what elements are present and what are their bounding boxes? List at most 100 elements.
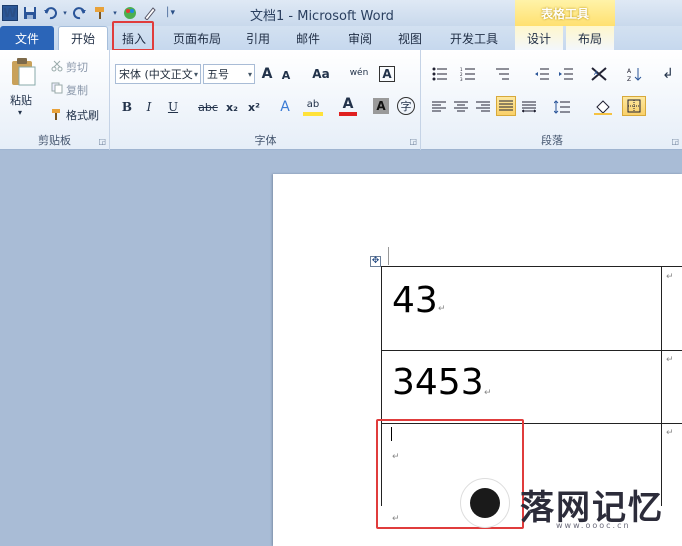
phonetic-guide-button[interactable]: wén <box>349 62 369 84</box>
line-spacing-icon[interactable] <box>552 98 572 116</box>
justify-icon[interactable] <box>496 96 516 116</box>
color-palette-icon[interactable] <box>122 5 138 21</box>
tab-view[interactable]: 视图 <box>390 26 430 50</box>
table-border <box>661 266 662 506</box>
paragraph-mark: ↵ <box>666 272 674 282</box>
strikethrough-button[interactable]: abc <box>197 98 219 116</box>
tab-page-layout[interactable]: 页面布局 <box>164 26 230 50</box>
font-group-label: 字体 <box>254 134 277 147</box>
tab-mailings[interactable]: 邮件 <box>288 26 328 50</box>
customize-qat-icon[interactable]: │▾ <box>162 5 178 21</box>
shrink-font-button[interactable]: A <box>279 66 293 84</box>
ribbon: 粘贴 ▾ 剪切 复制 格式刷 剪贴板 ◲ 宋体 (中文正文 ▾ 五号 ▾ A A A… <box>0 50 682 150</box>
svg-text:A: A <box>627 68 632 75</box>
paragraph-mark: ↵ <box>666 428 674 438</box>
chevron-down-icon: ▾ <box>247 69 252 79</box>
decrease-indent-icon[interactable] <box>532 65 552 83</box>
paste-dropdown-icon[interactable]: ▾ <box>18 108 22 117</box>
font-size-value: 五号 <box>207 68 229 81</box>
shading-icon[interactable] <box>592 97 614 117</box>
italic-button[interactable]: I <box>141 98 157 116</box>
font-name-value: 宋体 (中文正文 <box>119 68 193 81</box>
highlight-button[interactable]: ab <box>303 96 323 116</box>
table-border <box>381 266 682 267</box>
chevron-down-icon: ▾ <box>193 69 198 79</box>
svg-text:3: 3 <box>460 77 463 81</box>
bold-button[interactable]: B <box>119 98 135 116</box>
grow-font-button[interactable]: A <box>259 64 275 84</box>
table-move-handle-icon[interactable]: ✥ <box>370 256 381 267</box>
distributed-icon[interactable] <box>520 98 538 116</box>
sort-icon[interactable]: AZ <box>624 64 644 84</box>
subscript-button[interactable]: x₂ <box>223 98 241 116</box>
font-size-combo[interactable]: 五号 ▾ <box>203 64 255 84</box>
margin-marker <box>388 247 389 265</box>
undo-dropdown-icon[interactable]: ▾ <box>62 5 68 21</box>
paste-icon[interactable] <box>8 56 38 88</box>
undo-icon[interactable] <box>42 5 58 21</box>
ribbon-tabs: 文件 开始 插入 页面布局 引用 邮件 审阅 视图 开发工具 设计 布局 <box>0 26 682 50</box>
align-center-icon[interactable] <box>452 98 470 116</box>
align-left-icon[interactable] <box>430 98 448 116</box>
paragraph-group-label: 段落 <box>541 134 563 147</box>
format-painter-icon[interactable] <box>50 107 64 121</box>
paragraph-mark: ↵ <box>438 304 446 314</box>
watermark-logo-icon <box>460 478 510 528</box>
paragraph-mark: ↵ <box>666 355 674 365</box>
show-marks-icon[interactable]: ↲ <box>658 64 678 84</box>
tab-design[interactable]: 设计 <box>515 26 563 50</box>
watermark: 落网记忆 www.oooc.cn <box>460 476 682 532</box>
chinese-layout-icon[interactable]: A <box>588 64 610 84</box>
clipboard-launcher-icon[interactable]: ◲ <box>98 137 106 146</box>
cut-label[interactable]: 剪切 <box>66 59 88 75</box>
word-logo-icon[interactable]: W <box>2 5 18 21</box>
clipboard-group-label: 剪贴板 <box>38 134 71 147</box>
tab-review[interactable]: 审阅 <box>340 26 380 50</box>
quick-access-toolbar: W ▾ ▾ │▾ <box>2 3 178 23</box>
tab-file[interactable]: 文件 <box>0 26 54 50</box>
table-tools-header: 表格工具 <box>515 0 615 26</box>
font-color-button[interactable]: A <box>339 96 357 116</box>
paragraph-mark: ↵ <box>484 388 492 398</box>
change-case-button[interactable]: Aa <box>309 64 333 84</box>
paragraph-group: 123 A AZ ↲ 段落 ◲ <box>422 50 682 150</box>
copy-icon[interactable] <box>50 81 64 95</box>
paste-label[interactable]: 粘贴 <box>10 92 32 108</box>
font-name-combo[interactable]: 宋体 (中文正文 ▾ <box>115 64 201 84</box>
table-border <box>381 350 682 351</box>
clipboard-group: 粘贴 ▾ 剪切 复制 格式刷 剪贴板 ◲ <box>0 50 110 150</box>
multilevel-list-icon[interactable] <box>492 65 512 83</box>
table-cell-row1[interactable]: 43 <box>392 280 438 321</box>
insert-tab-highlight <box>112 21 154 51</box>
underline-button[interactable]: U <box>165 98 181 116</box>
window-title: 文档1 - Microsoft Word <box>250 9 394 24</box>
bullets-icon[interactable] <box>430 65 450 83</box>
format-painter-qat-icon[interactable] <box>92 5 108 21</box>
save-icon[interactable] <box>22 5 38 21</box>
borders-icon[interactable] <box>622 96 646 116</box>
increase-indent-icon[interactable] <box>556 65 576 83</box>
format-painter-label[interactable]: 格式刷 <box>66 107 99 123</box>
font-group: 宋体 (中文正文 ▾ 五号 ▾ A A Aa wén A B I U abc x₂ … <box>111 50 421 150</box>
tab-home[interactable]: 开始 <box>58 26 108 50</box>
enclose-characters-button[interactable]: 字 <box>397 97 415 115</box>
align-right-icon[interactable] <box>474 98 492 116</box>
cut-icon[interactable] <box>50 59 64 73</box>
redo-icon[interactable] <box>72 5 88 21</box>
font-launcher-icon[interactable]: ◲ <box>409 137 417 146</box>
tab-developer[interactable]: 开发工具 <box>441 26 507 50</box>
table-cell-row2[interactable]: 3453 <box>392 362 484 403</box>
svg-text:Z: Z <box>627 76 631 82</box>
qat-dropdown-icon[interactable]: ▾ <box>112 5 118 21</box>
numbering-icon[interactable]: 123 <box>458 65 478 83</box>
title-bar: W ▾ ▾ │▾ 文档1 - Microsoft Word 表格工具 <box>0 0 682 26</box>
character-border-button[interactable]: A <box>379 66 395 82</box>
tab-layout[interactable]: 布局 <box>566 26 614 50</box>
paragraph-launcher-icon[interactable]: ◲ <box>671 137 679 146</box>
superscript-button[interactable]: x² <box>245 98 263 116</box>
tab-references[interactable]: 引用 <box>238 26 278 50</box>
text-effects-button[interactable]: A <box>275 98 295 116</box>
copy-label[interactable]: 复制 <box>66 82 88 98</box>
drawing-pen-icon[interactable] <box>142 5 158 21</box>
character-shading-button[interactable]: A <box>373 98 389 114</box>
